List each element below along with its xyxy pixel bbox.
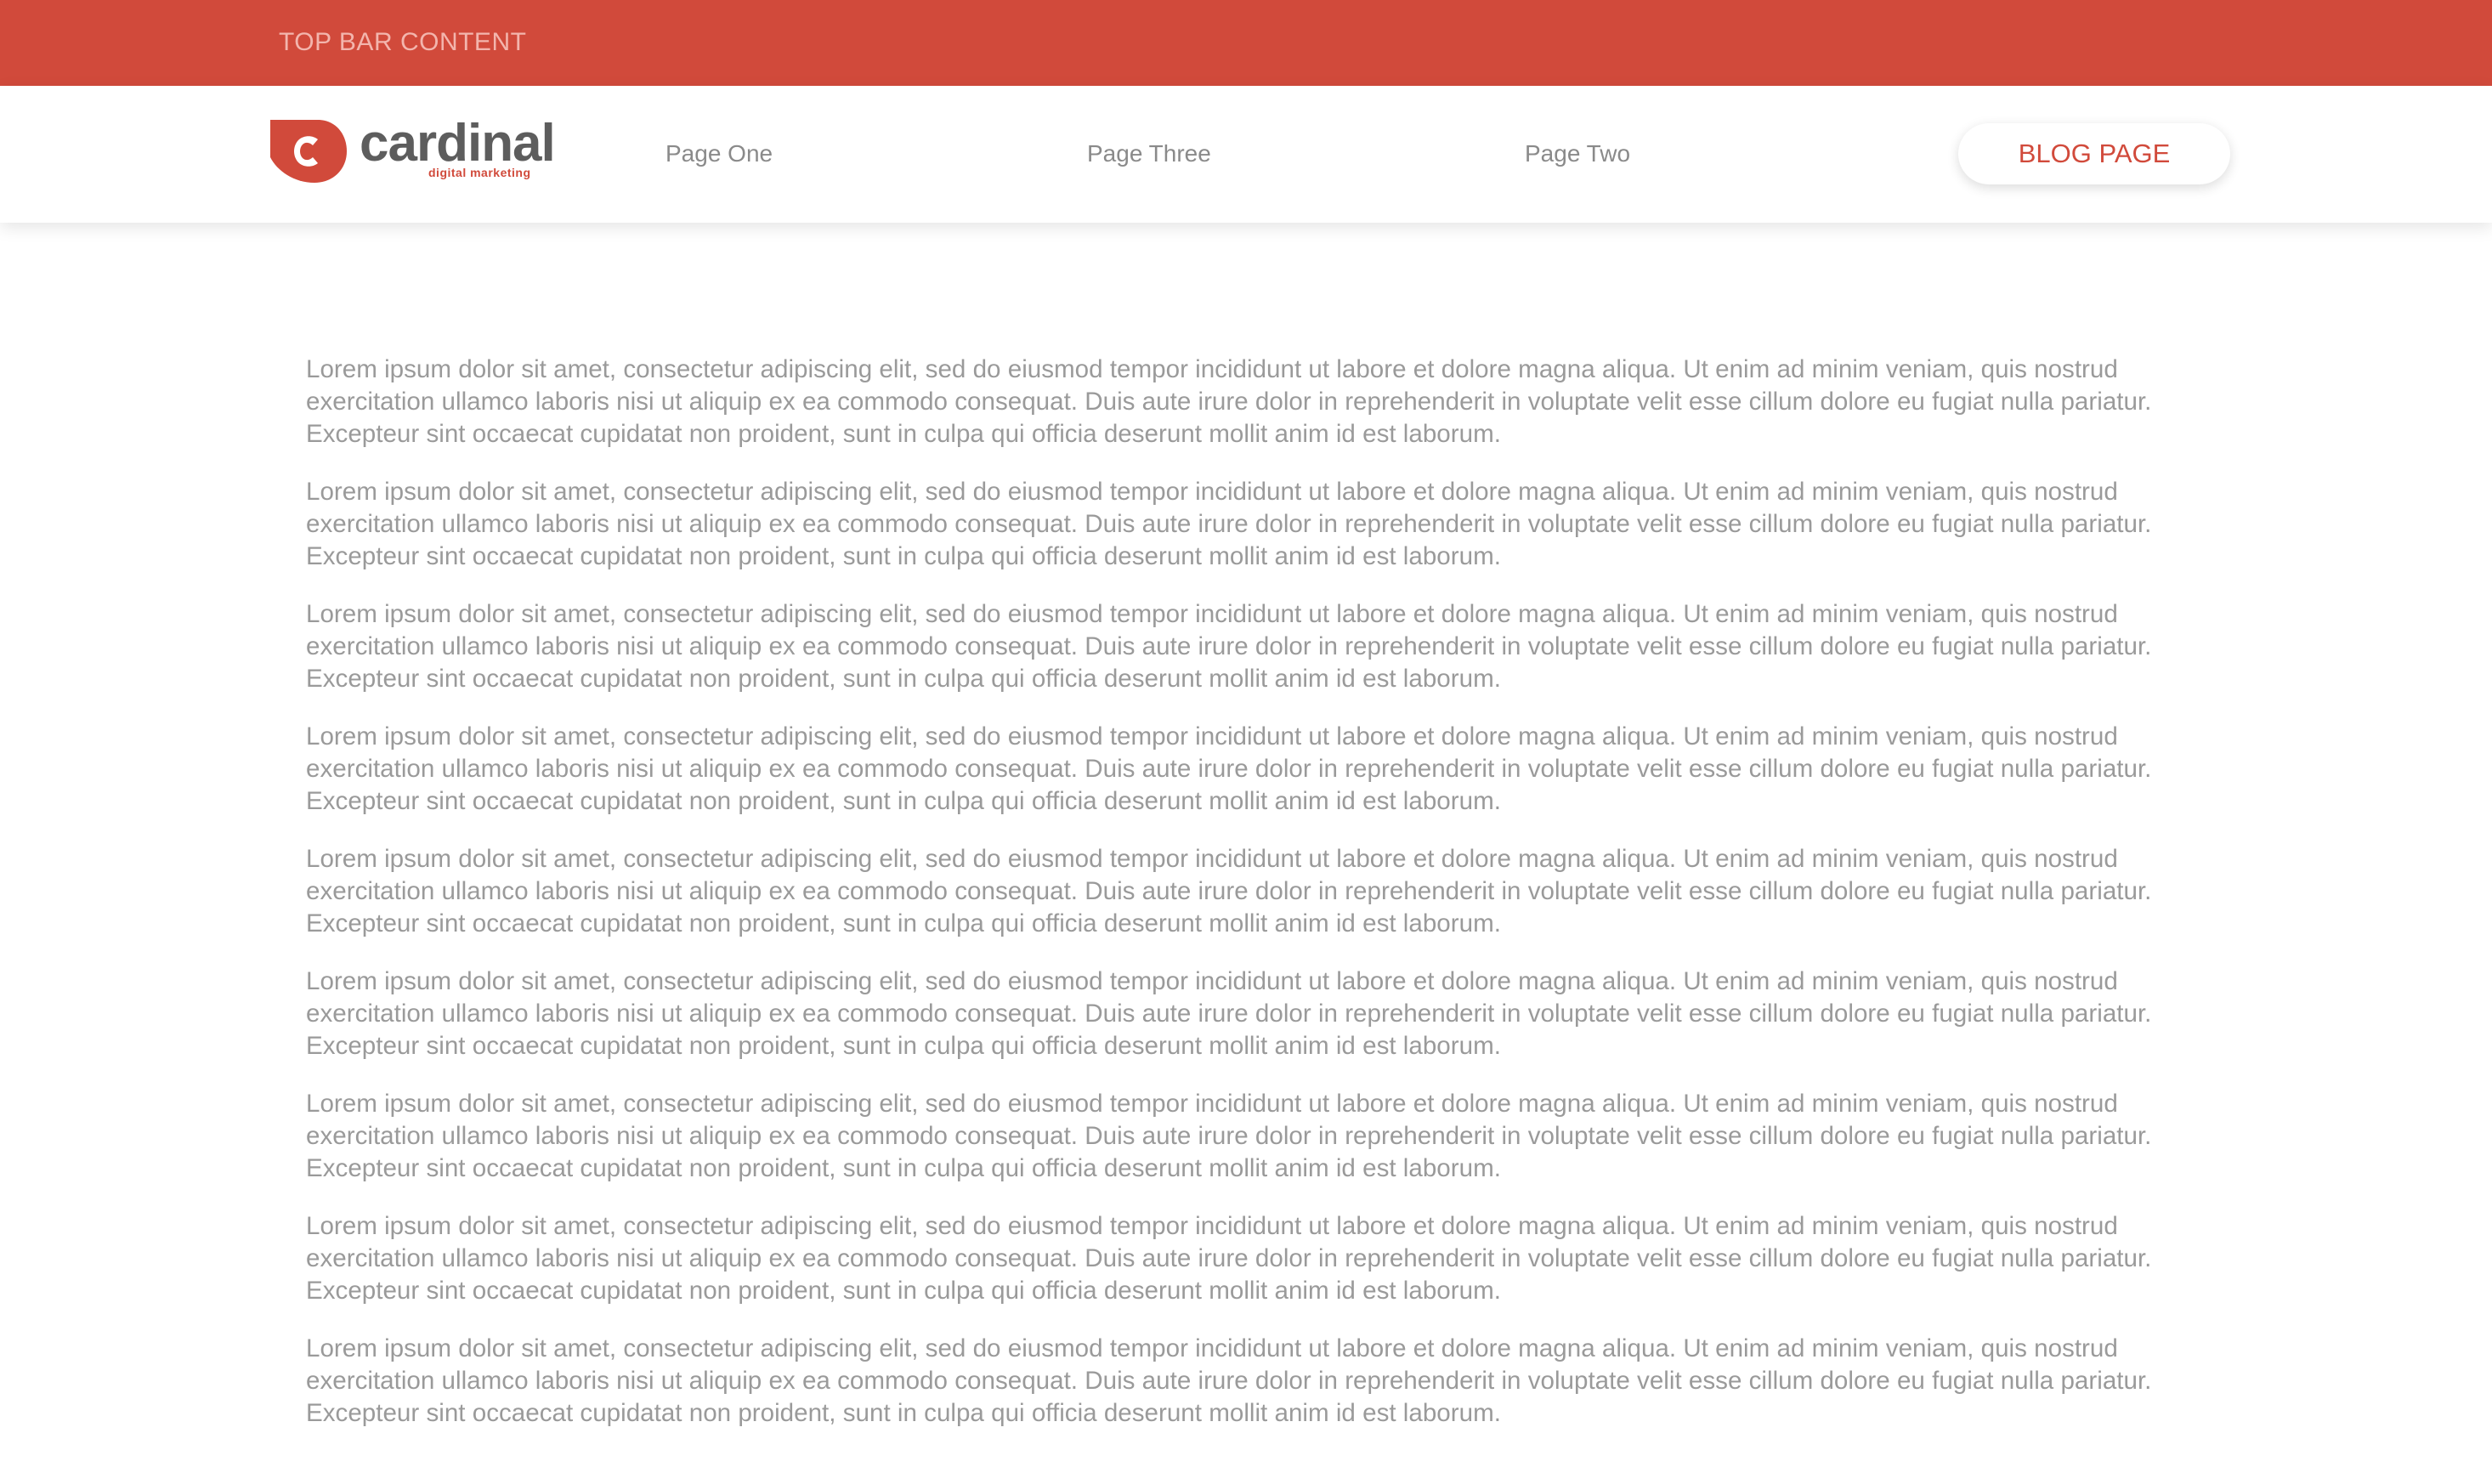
logo-tagline: digital marketing — [428, 166, 531, 179]
body-paragraph: Lorem ipsum dolor sit amet, consectetur … — [306, 600, 2152, 693]
main-content: Lorem ipsum dolor sit amet, consectetur … — [306, 354, 2176, 1455]
body-paragraph: Lorem ipsum dolor sit amet, consectetur … — [306, 722, 2152, 815]
top-bar-text: TOP BAR CONTENT — [279, 28, 527, 56]
body-paragraph: Lorem ipsum dolor sit amet, consectetur … — [306, 478, 2152, 570]
blog-page-button[interactable]: BLOG PAGE — [1958, 123, 2230, 184]
nav-link-page-three[interactable]: Page Three — [1087, 139, 1211, 169]
body-paragraph: Lorem ipsum dolor sit amet, consectetur … — [306, 845, 2152, 937]
logo[interactable]: cardinal digital marketing — [270, 114, 556, 186]
body-paragraph: Lorem ipsum dolor sit amet, consectetur … — [306, 1212, 2152, 1305]
body-paragraph: Lorem ipsum dolor sit amet, consectetur … — [306, 967, 2152, 1060]
site-header: cardinal digital marketing Page One Page… — [0, 86, 2492, 223]
body-paragraph: Lorem ipsum dolor sit amet, consectetur … — [306, 1090, 2152, 1182]
nav-link-page-two[interactable]: Page Two — [1525, 139, 1630, 169]
body-paragraph: Lorem ipsum dolor sit amet, consectetur … — [306, 355, 2152, 448]
body-paragraph: Lorem ipsum dolor sit amet, consectetur … — [306, 1334, 2152, 1427]
top-bar: TOP BAR CONTENT — [0, 0, 2492, 86]
nav-link-page-one[interactable]: Page One — [665, 139, 773, 169]
cardinal-logo-icon — [270, 120, 347, 183]
